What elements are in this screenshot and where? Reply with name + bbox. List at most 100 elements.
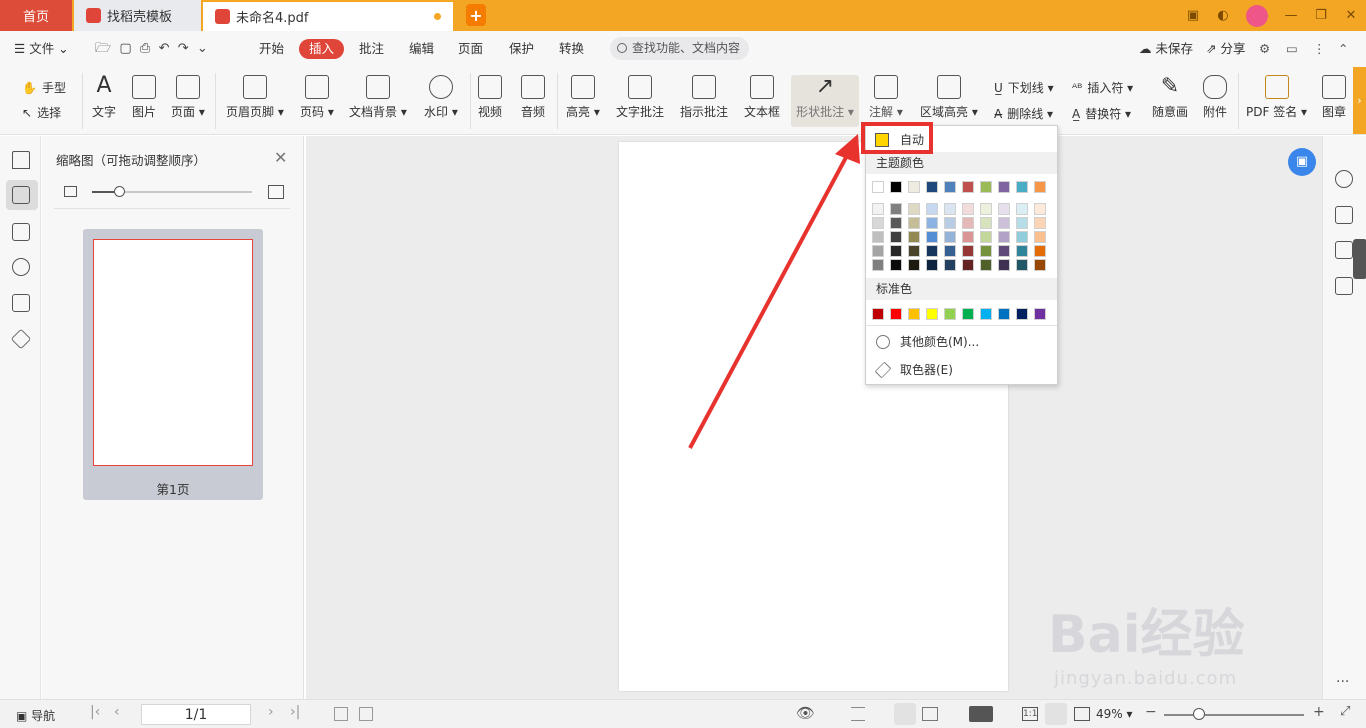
tab-page[interactable]: 页面: [458, 39, 483, 59]
color-swatch[interactable]: [1034, 259, 1046, 271]
close-icon[interactable]: ✕: [274, 148, 287, 167]
zoom-out-button[interactable]: −: [1145, 704, 1157, 720]
color-swatch[interactable]: [962, 203, 974, 215]
insert-audio-button[interactable]: 音频: [521, 75, 545, 120]
color-swatch[interactable]: [962, 245, 974, 257]
color-swatch[interactable]: [908, 245, 920, 257]
color-swatch[interactable]: [908, 308, 920, 320]
avatar[interactable]: [1246, 4, 1268, 27]
replace-char-button[interactable]: A̲ 替换符 ▾: [1072, 105, 1131, 122]
more-icon[interactable]: ⋮: [1313, 39, 1326, 59]
page-number-button[interactable]: 页码 ▾: [300, 75, 334, 120]
more-colors-option[interactable]: 其他颜色(M)...: [866, 329, 1057, 355]
doc-background-button[interactable]: 文档背景 ▾: [349, 75, 407, 120]
next-page-button[interactable]: ›: [268, 704, 274, 720]
color-swatch[interactable]: [1034, 217, 1046, 229]
color-swatch[interactable]: [908, 217, 920, 229]
zoom-slider-knob[interactable]: [1193, 708, 1205, 720]
pointer-comment-button[interactable]: 指示批注: [680, 75, 728, 120]
tab-protect[interactable]: 保护: [509, 39, 534, 59]
attachment-button[interactable]: 附件: [1203, 75, 1227, 120]
annotation-button[interactable]: 注解 ▾: [869, 75, 903, 120]
tab-document[interactable]: 未命名4.pdf: [203, 0, 453, 31]
color-swatch[interactable]: [998, 259, 1010, 271]
share-button[interactable]: ⇗ 分享: [1206, 39, 1245, 59]
page-menu-button[interactable]: 页面 ▾: [171, 75, 205, 120]
color-swatch[interactable]: [1016, 217, 1028, 229]
thumbnail-icon[interactable]: [12, 186, 30, 204]
tab-comment[interactable]: 批注: [359, 39, 384, 59]
search-icon[interactable]: [1335, 170, 1353, 188]
underline-button[interactable]: U̲ 下划线 ▾: [994, 79, 1054, 96]
layout-icon[interactable]: ▣: [1178, 8, 1208, 23]
color-swatch[interactable]: [980, 203, 992, 215]
color-swatch[interactable]: [1016, 308, 1028, 320]
floating-tool-button[interactable]: ▣: [1288, 148, 1316, 176]
properties-icon[interactable]: [1335, 241, 1353, 259]
navigation-toggle[interactable]: ▣ 导航: [16, 707, 55, 724]
color-swatch[interactable]: [890, 231, 902, 243]
collapse-ribbon-icon[interactable]: ⌃: [1338, 39, 1348, 59]
hand-tool-button[interactable]: ✋ 手型: [22, 79, 66, 96]
color-swatch[interactable]: [998, 181, 1010, 193]
bookmark-icon[interactable]: [12, 151, 30, 169]
last-page-button[interactable]: ›|: [290, 704, 300, 720]
color-swatch[interactable]: [944, 217, 956, 229]
color-swatch[interactable]: [944, 231, 956, 243]
color-swatch[interactable]: [890, 245, 902, 257]
strikethrough-button[interactable]: A̶ 删除线 ▾: [994, 105, 1053, 122]
side-handle[interactable]: [1353, 239, 1366, 279]
insert-text-button[interactable]: A 文字: [92, 75, 116, 120]
color-swatch[interactable]: [944, 203, 956, 215]
eyedropper-option[interactable]: 取色器(E): [866, 357, 1057, 383]
tab-edit[interactable]: 编辑: [409, 39, 434, 59]
color-swatch[interactable]: [890, 203, 902, 215]
shape-comment-button[interactable]: ↗ 形状批注 ▾: [791, 75, 859, 127]
color-swatch[interactable]: [908, 181, 920, 193]
color-swatch[interactable]: [998, 308, 1010, 320]
insert-video-button[interactable]: 视频: [478, 75, 502, 120]
color-swatch[interactable]: [962, 259, 974, 271]
minimize-button[interactable]: —: [1276, 8, 1306, 23]
color-swatch[interactable]: [872, 308, 884, 320]
read-mode-icon[interactable]: [1335, 277, 1353, 295]
play-slideshow-button[interactable]: [969, 706, 993, 722]
color-swatch[interactable]: [980, 259, 992, 271]
color-swatch[interactable]: [872, 203, 884, 215]
color-swatch[interactable]: [926, 203, 938, 215]
tab-home[interactable]: 首页: [0, 0, 72, 31]
previous-view-icon[interactable]: [334, 707, 348, 721]
color-swatch[interactable]: [926, 231, 938, 243]
color-swatch[interactable]: [998, 245, 1010, 257]
pdf-sign-button[interactable]: PDF 签名 ▾: [1246, 75, 1307, 120]
small-image-icon[interactable]: [64, 186, 77, 197]
color-swatch[interactable]: [872, 245, 884, 257]
color-swatch[interactable]: [926, 259, 938, 271]
color-swatch[interactable]: [944, 181, 956, 193]
feedback-icon[interactable]: ▭: [1286, 39, 1298, 59]
color-swatch[interactable]: [926, 308, 938, 320]
first-page-button[interactable]: |‹: [90, 704, 100, 720]
color-swatch[interactable]: [872, 181, 884, 193]
fit-width-icon[interactable]: [851, 707, 865, 721]
color-swatch[interactable]: [908, 231, 920, 243]
previous-page-button[interactable]: ‹: [114, 704, 120, 720]
color-swatch[interactable]: [980, 181, 992, 193]
tab-start[interactable]: 开始: [259, 39, 284, 59]
fit-window-icon[interactable]: [1074, 707, 1090, 721]
highlight-button[interactable]: 高亮 ▾: [566, 75, 600, 120]
freehand-draw-button[interactable]: ✎ 随意画: [1152, 75, 1188, 120]
color-swatch[interactable]: [1016, 245, 1028, 257]
color-swatch[interactable]: [926, 181, 938, 193]
file-menu-button[interactable]: ☰ 文件 ⌄: [14, 39, 69, 59]
color-swatch[interactable]: [1034, 203, 1046, 215]
signature-panel-icon[interactable]: [12, 294, 30, 312]
attachment-icon[interactable]: [12, 258, 30, 276]
color-swatch[interactable]: [980, 308, 992, 320]
color-swatch[interactable]: [962, 181, 974, 193]
color-swatch[interactable]: [1016, 259, 1028, 271]
color-swatch[interactable]: [980, 231, 992, 243]
tab-convert[interactable]: 转换: [559, 39, 584, 59]
close-button[interactable]: ✕: [1336, 8, 1366, 23]
zoom-in-button[interactable]: +: [1313, 704, 1325, 720]
